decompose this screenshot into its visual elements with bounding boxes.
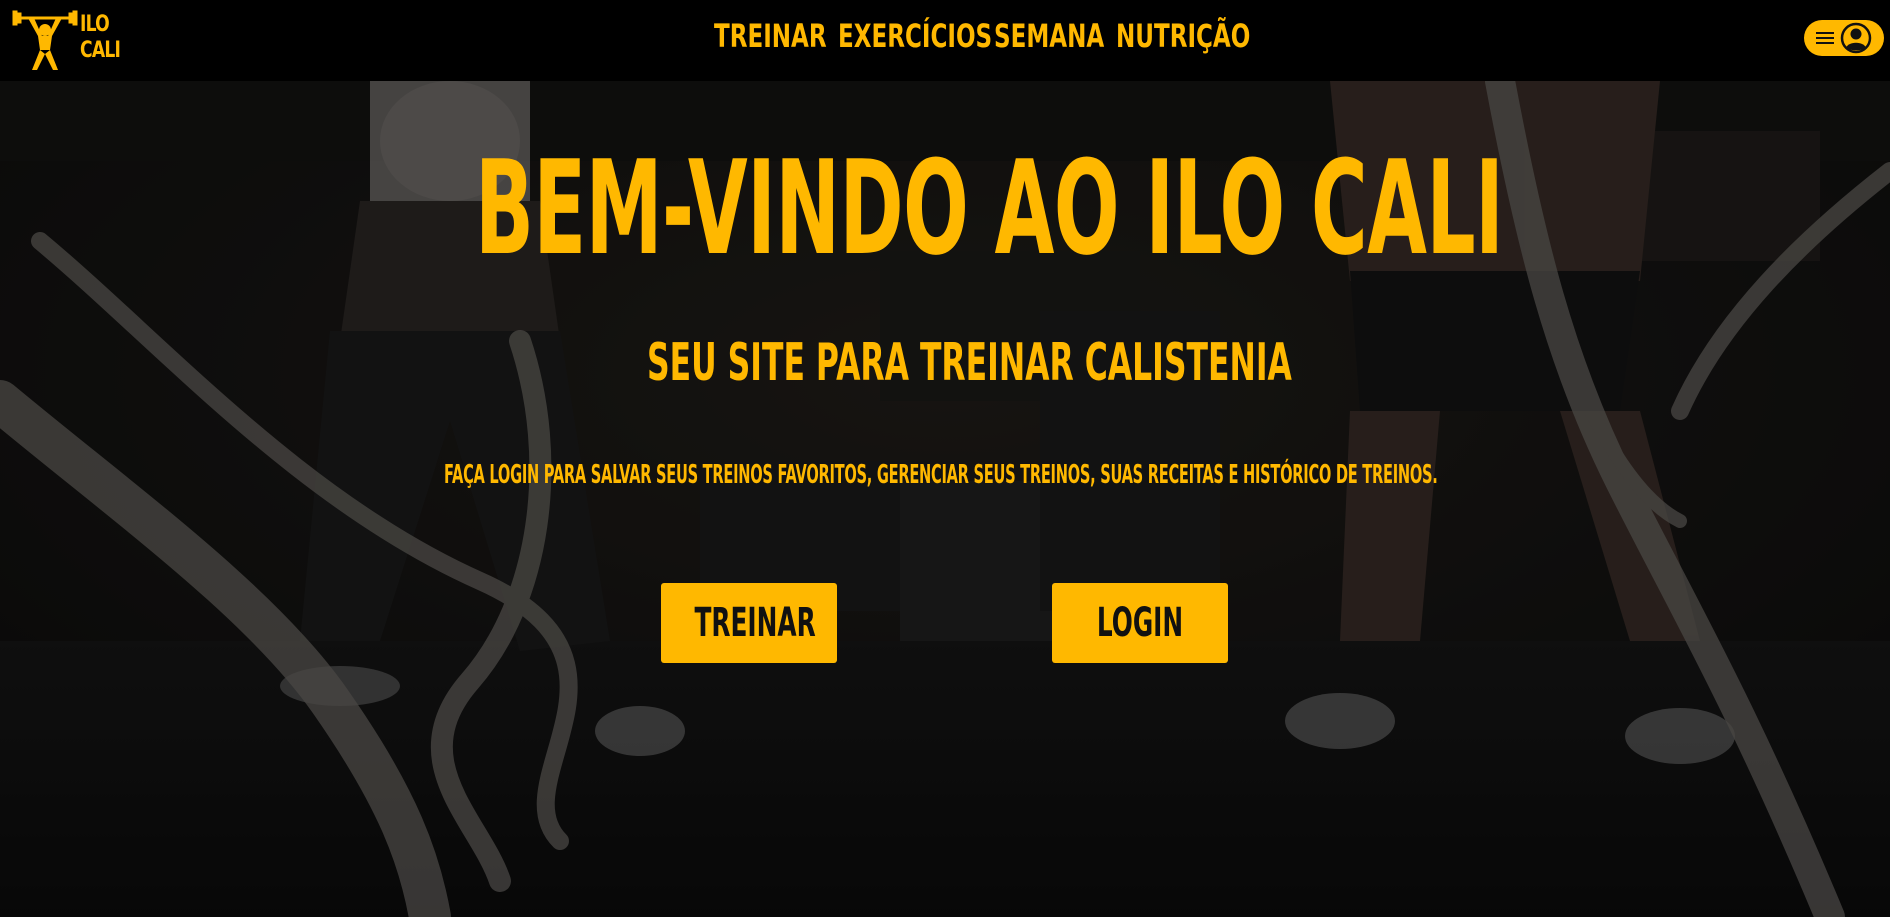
train-button[interactable]: TREINAR bbox=[661, 583, 837, 663]
user-menu-button[interactable] bbox=[1804, 20, 1884, 56]
login-button-label: LOGIN bbox=[1096, 600, 1184, 646]
brand-name-line1: ILO bbox=[80, 12, 110, 37]
top-navbar: ILO CALI TREINAR EXERCÍCIOS SEMANA NUTRI… bbox=[0, 0, 1890, 81]
hero-title: BEM-VINDO AO ILO CALI bbox=[475, 132, 1504, 284]
main-nav: TREINAR EXERCÍCIOS SEMANA NUTRIÇÃO bbox=[0, 14, 1890, 58]
hero-subtitle: SEU SITE PARA TREINAR CALISTENIA bbox=[647, 333, 1292, 393]
brand-logo[interactable]: ILO CALI bbox=[12, 6, 122, 72]
train-button-label: TREINAR bbox=[694, 600, 816, 646]
weightlifter-icon bbox=[12, 10, 78, 70]
nav-item-nutricao[interactable]: NUTRIÇÃO bbox=[1116, 14, 1250, 58]
login-button[interactable]: LOGIN bbox=[1052, 583, 1228, 663]
brand-name: ILO CALI bbox=[80, 12, 131, 64]
nav-item-semana[interactable]: SEMANA bbox=[994, 14, 1104, 58]
nav-item-exercicios[interactable]: EXERCÍCIOS bbox=[838, 14, 992, 58]
hero-section: BEM-VINDO AO ILO CALI SEU SITE PARA TREI… bbox=[0, 81, 1890, 917]
hamburger-icon bbox=[1816, 32, 1834, 44]
nav-item-treinar[interactable]: TREINAR bbox=[714, 14, 827, 58]
user-avatar-icon bbox=[1840, 22, 1872, 54]
hero-tagline: FAÇA LOGIN PARA SALVAR SEUS TREINOS FAVO… bbox=[444, 460, 1438, 490]
brand-name-line2: CALI bbox=[80, 38, 121, 63]
